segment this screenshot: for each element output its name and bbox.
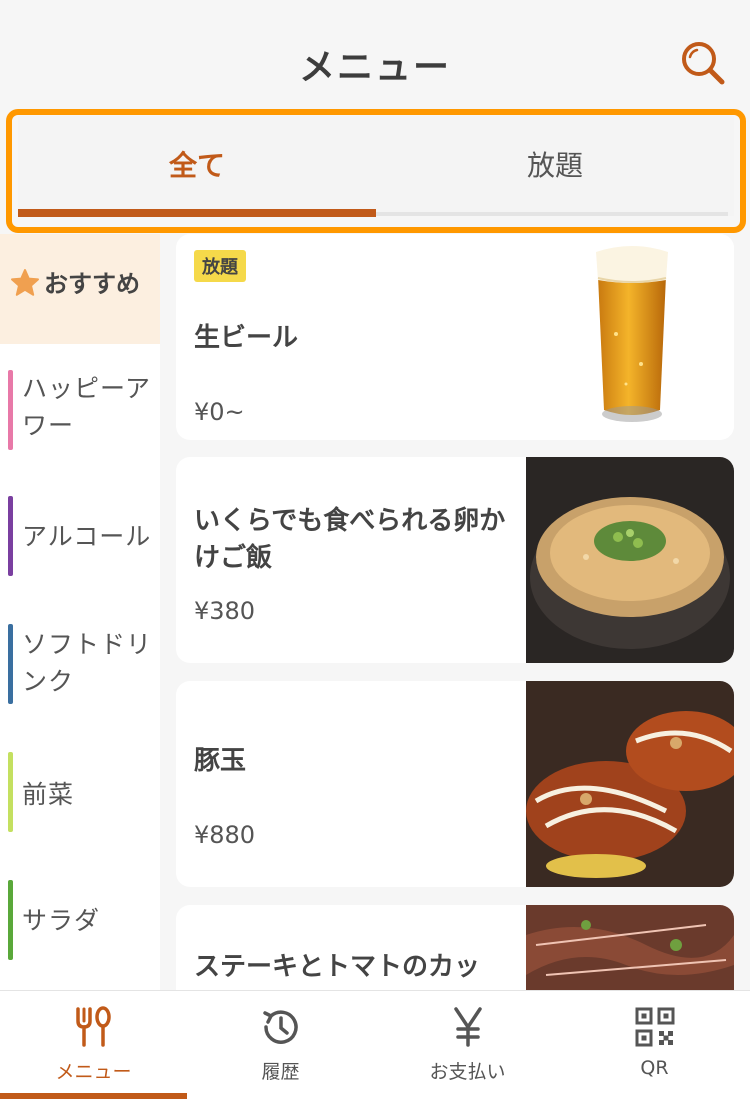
nav-qr[interactable]: QR (561, 991, 748, 1100)
category-color-bar (8, 370, 13, 450)
page-title: メニュー (298, 47, 451, 88)
category-color-bar (8, 624, 13, 704)
history-icon (263, 1010, 298, 1044)
sidebar-item-happy-hour[interactable]: ハッピーアワー (0, 364, 160, 454)
sidebar-item-appetizers[interactable]: 前菜 (0, 752, 160, 834)
tab-bar: 全て 放題 (18, 116, 734, 216)
category-sidebar: おすすめ ハッピーアワー アルコール ソフトドリンク 前菜 サラダ (0, 234, 160, 990)
active-tab-indicator (18, 209, 376, 217)
sidebar-item-alcohol[interactable]: アルコール (0, 496, 160, 578)
sidebar-item-soft-drinks[interactable]: ソフトドリンク (0, 624, 160, 706)
nav-history[interactable]: 履歴 (187, 991, 374, 1100)
egg-rice-photo (526, 457, 734, 663)
menu-item-card[interactable]: いくらでも食べられる卵かけご飯 ¥380 (176, 457, 734, 663)
yen-icon (454, 1007, 482, 1047)
nav-payment[interactable]: お支払い (374, 991, 561, 1100)
unlimited-badge: 放題 (194, 250, 246, 282)
nav-label: お支払い (429, 1061, 506, 1083)
menu-item-card[interactable]: 放題 生ビール ¥0~ (176, 234, 734, 440)
beer-photo (526, 234, 734, 440)
menu-item-name: ステーキとトマトのカッ (194, 952, 481, 982)
sidebar-item-label: アルコール (22, 522, 152, 551)
menu-item-name: 豚玉 (194, 746, 247, 776)
search-icon[interactable] (680, 40, 726, 86)
app-header: メニュー (0, 0, 750, 120)
tab-unlimited[interactable]: 放題 (376, 116, 734, 216)
menu-item-price: ¥380 (194, 597, 256, 625)
sidebar-item-label: おすすめ (44, 270, 140, 298)
nav-label: QR (640, 1057, 669, 1079)
sidebar-item-label: ハッピーアワー (22, 374, 152, 440)
bottom-navigation: メニュー 履歴 お支払い QR (0, 990, 750, 1100)
menu-item-name: いくらでも食べられる卵かけご飯 (194, 506, 506, 573)
category-color-bar (8, 752, 13, 832)
menu-item-price: ¥880 (194, 821, 256, 849)
okonomiyaki-photo (526, 681, 734, 887)
menu-item-card[interactable]: 豚玉 ¥880 (176, 681, 734, 887)
nav-menu[interactable]: メニュー (0, 991, 187, 1100)
sidebar-item-label: 前菜 (22, 780, 75, 809)
menu-item-name: 生ビール (194, 323, 299, 353)
category-color-bar (8, 496, 13, 576)
nav-label: 履歴 (261, 1061, 300, 1083)
fork-spoon-icon (76, 1006, 111, 1047)
sidebar-item-recommended[interactable]: おすすめ (0, 234, 160, 344)
sidebar-item-label: サラダ (22, 906, 101, 935)
nav-label: メニュー (55, 1061, 132, 1083)
star-icon (11, 269, 39, 296)
active-nav-indicator (0, 1093, 187, 1099)
sidebar-item-label: ソフトドリンク (22, 630, 153, 696)
category-color-bar (8, 880, 13, 960)
menu-item-price: ¥0~ (194, 398, 245, 426)
sidebar-item-salad[interactable]: サラダ (0, 880, 160, 962)
tab-all[interactable]: 全て (18, 116, 376, 216)
tab-divider (376, 212, 728, 216)
qr-code-icon (635, 1007, 675, 1047)
